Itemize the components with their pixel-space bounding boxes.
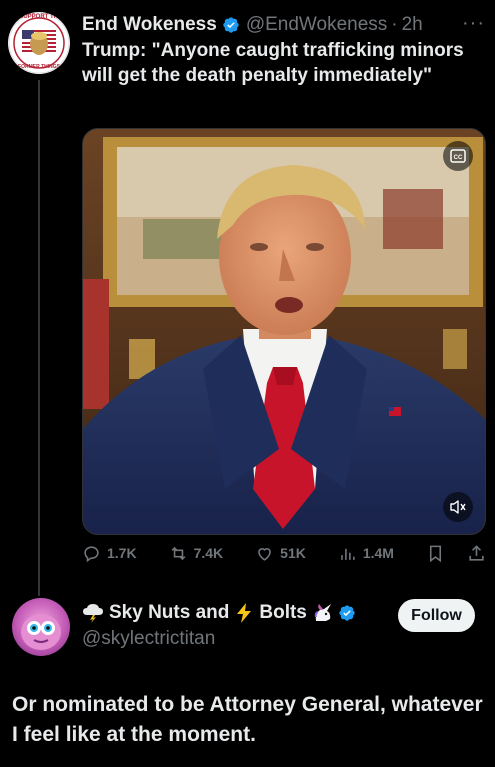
reply-author-name-part2[interactable]: Bolts <box>259 602 307 624</box>
reply-author-handle[interactable]: @skylectrictitan <box>82 628 215 650</box>
repost-button[interactable]: 7.4K <box>169 544 224 563</box>
reply-count: 1.7K <box>107 545 137 561</box>
secondary-actions <box>426 544 486 563</box>
reply-icon <box>84 545 99 562</box>
heart-icon <box>258 547 271 561</box>
like-count: 51K <box>280 545 306 561</box>
like-button[interactable]: 51K <box>255 544 306 563</box>
cc-icon: CC <box>450 149 466 163</box>
timestamp[interactable]: 2h <box>402 14 423 36</box>
thread-line <box>38 80 40 596</box>
unicorn-icon <box>314 604 331 621</box>
repost-count: 7.4K <box>193 545 224 561</box>
author-avatar[interactable]: I SUPPORT THE FORMER THINGS <box>8 12 70 74</box>
bookmark-icon[interactable] <box>426 544 445 563</box>
avatar-caption-top: I SUPPORT THE <box>15 14 62 20</box>
avatar-caption-bottom: FORMER THINGS <box>18 64 60 70</box>
mute-button[interactable] <box>443 492 473 522</box>
reply-text: Or nominated to be Attorney General, wha… <box>12 693 483 746</box>
follow-button[interactable]: Follow <box>398 599 475 632</box>
cloud-lightning-icon <box>83 604 103 623</box>
reply-author-name-part1[interactable]: Sky Nuts and <box>109 602 229 624</box>
verified-badge-icon <box>339 605 355 621</box>
author-handle[interactable]: @EndWokeness <box>246 14 387 36</box>
svg-text:CC: CC <box>454 155 463 161</box>
mute-icon <box>450 500 466 514</box>
verified-badge-icon <box>223 17 239 33</box>
reply-button[interactable]: 1.7K <box>82 544 137 563</box>
video-player[interactable]: CC <box>82 128 486 535</box>
captions-button[interactable]: CC <box>443 141 473 171</box>
reply-header: Sky Nuts and Bolts <box>82 602 356 624</box>
video-frame <box>83 129 485 534</box>
tweet-text: Trump: "Anyone caught trafficking minors… <box>82 40 464 86</box>
author-name[interactable]: End Wokeness <box>82 14 217 36</box>
tweet-header: End Wokeness @EndWokeness · 2h <box>82 12 423 38</box>
views-count: 1.4M <box>362 545 394 561</box>
share-icon[interactable] <box>467 544 486 563</box>
tweet-actions: 1.7K 7.4K 51K 1.4M <box>82 540 486 566</box>
lightning-icon <box>237 603 252 623</box>
reply-author-avatar[interactable] <box>12 598 70 656</box>
views-icon <box>341 548 355 560</box>
more-options-icon[interactable]: ··· <box>462 12 485 35</box>
robot-face-icon <box>21 614 61 650</box>
views-button[interactable]: 1.4M <box>338 544 394 563</box>
repost-icon <box>171 546 185 560</box>
separator-dot: · <box>391 14 398 35</box>
